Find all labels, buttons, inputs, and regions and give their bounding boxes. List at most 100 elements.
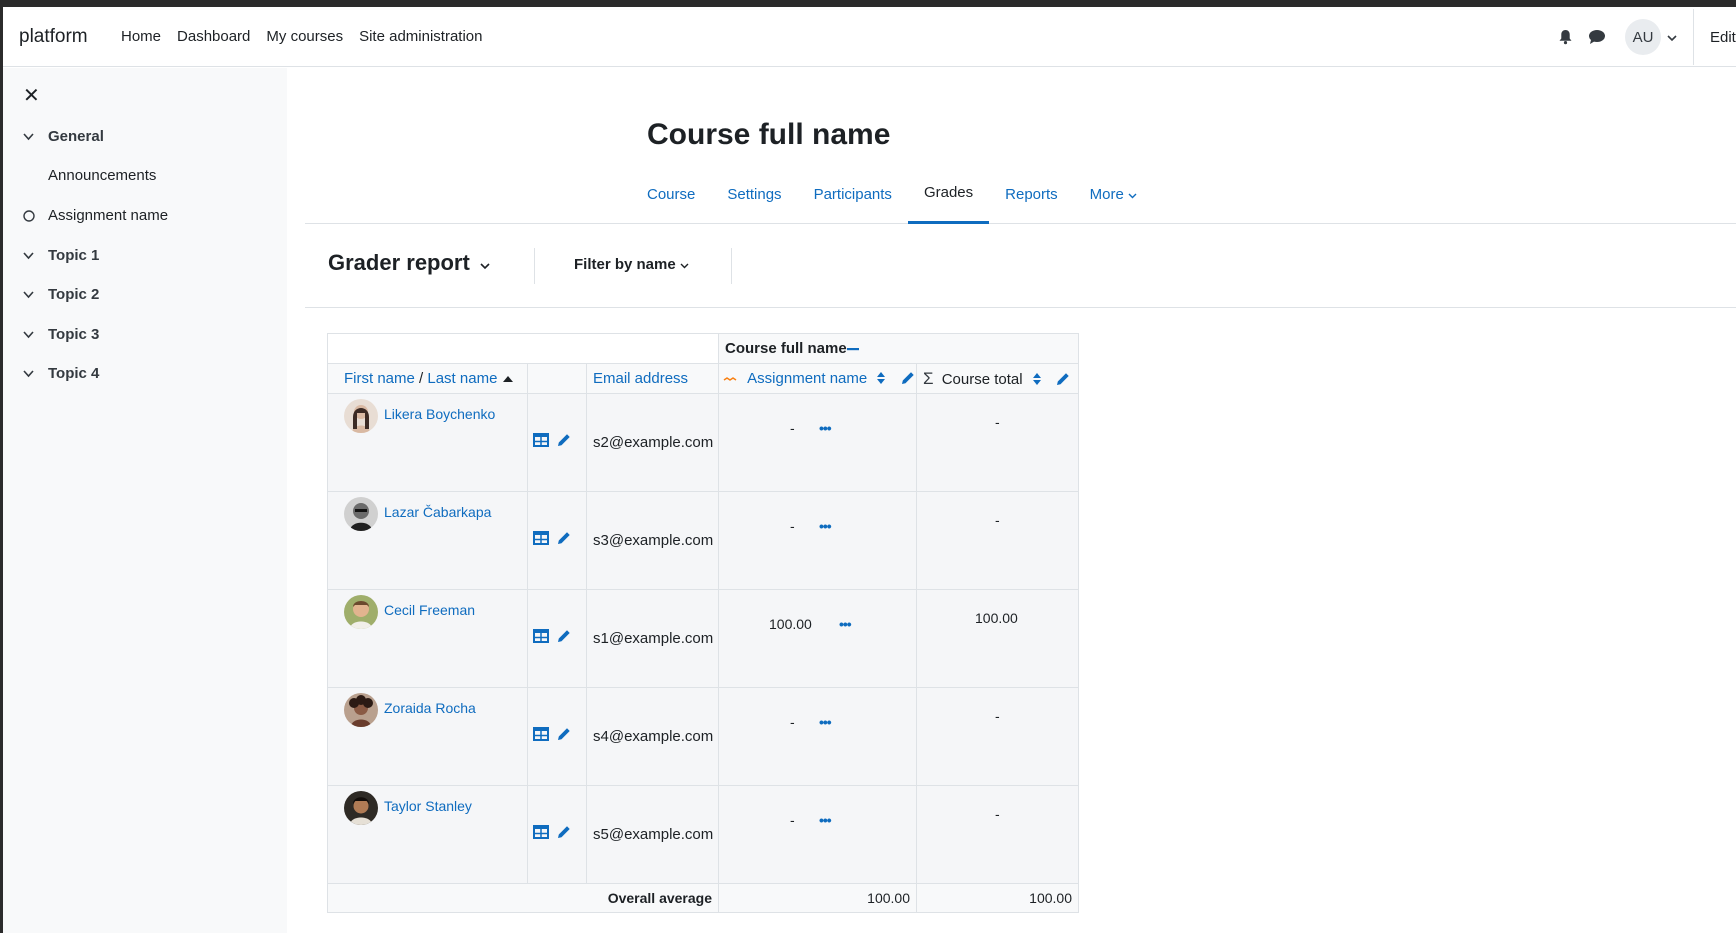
email-cell: s1@example.com xyxy=(586,589,719,688)
single-view-icon[interactable] xyxy=(533,433,549,451)
more-options-icon[interactable]: ••• xyxy=(819,420,832,436)
single-view-icon[interactable] xyxy=(533,629,549,647)
top-navbar: platform Home Dashboard My courses Site … xyxy=(0,7,1736,67)
email-cell: s5@example.com xyxy=(586,785,719,884)
nav-home[interactable]: Home xyxy=(121,28,161,45)
assignment-column-link[interactable]: Assignment name xyxy=(747,370,867,387)
drawer-section-topic-4[interactable]: Topic 4 xyxy=(23,365,99,382)
user-avatar-button[interactable]: AU xyxy=(1625,19,1661,55)
grade-cell[interactable]: - ••• xyxy=(718,491,917,590)
grade-cell[interactable]: - ••• xyxy=(718,785,917,884)
single-view-icon[interactable] xyxy=(533,825,549,843)
row-actions-cell xyxy=(527,491,587,590)
row-actions-cell xyxy=(527,785,587,884)
category-header: Course full name xyxy=(718,333,1079,364)
table-row: Cecil Freeman s1@example.com 100.00 ••• … xyxy=(327,589,1079,688)
avatar[interactable] xyxy=(344,693,378,727)
overall-average-assignment: 100.00 xyxy=(718,883,917,913)
sort-toggle-icon[interactable] xyxy=(1027,371,1043,388)
edit-pencil-icon[interactable] xyxy=(556,824,572,844)
chevron-down-icon[interactable] xyxy=(23,290,48,299)
secondary-navigation: Course Settings Participants Grades Repo… xyxy=(305,164,1736,224)
chevron-down-icon[interactable] xyxy=(23,132,48,141)
tab-participants[interactable]: Participants xyxy=(798,164,908,224)
tab-course[interactable]: Course xyxy=(631,164,711,224)
edit-mode-label[interactable]: Edit xyxy=(1710,29,1736,46)
table-row: Likera Boychenko s2@example.com - ••• - xyxy=(327,393,1079,492)
student-name-link[interactable]: Cecil Freeman xyxy=(384,602,475,618)
email-cell: s3@example.com xyxy=(586,491,719,590)
chevron-down-icon[interactable] xyxy=(23,369,48,378)
tab-settings[interactable]: Settings xyxy=(711,164,797,224)
drawer-activity-assignment[interactable]: Assignment name xyxy=(23,207,168,224)
grader-report-selector[interactable]: Grader report xyxy=(328,250,490,276)
student-name-cell: Zoraida Rocha xyxy=(327,687,528,786)
row-actions-cell xyxy=(527,589,587,688)
header-blank-cell xyxy=(327,333,719,364)
avatar[interactable] xyxy=(344,595,378,629)
more-options-icon[interactable]: ••• xyxy=(839,616,852,632)
sort-email-link[interactable]: Email address xyxy=(593,370,688,387)
nav-site-administration[interactable]: Site administration xyxy=(359,28,482,45)
edit-pencil-icon[interactable] xyxy=(556,530,572,550)
more-options-icon[interactable]: ••• xyxy=(819,518,832,534)
tertiary-navigation: Grader report Filter by name xyxy=(305,224,1736,308)
course-total-cell: - xyxy=(916,785,1079,884)
tab-grades[interactable]: Grades xyxy=(907,164,990,224)
single-view-icon[interactable] xyxy=(533,531,549,549)
single-view-icon[interactable] xyxy=(533,727,549,745)
chevron-down-icon[interactable] xyxy=(23,251,48,260)
drawer-section-general[interactable]: General xyxy=(23,128,104,145)
student-name-cell: Lazar Čabarkapa xyxy=(327,491,528,590)
drawer-section-topic-3[interactable]: Topic 3 xyxy=(23,326,99,343)
avatar[interactable] xyxy=(344,791,378,825)
student-name-cell: Cecil Freeman xyxy=(327,589,528,688)
student-name-link[interactable]: Zoraida Rocha xyxy=(384,700,476,716)
site-brand[interactable]: platform xyxy=(19,26,88,48)
drawer-activity-announcements[interactable]: Announcements xyxy=(23,167,156,184)
overall-average-row: Overall average 100.00 100.00 xyxy=(327,883,1079,913)
nav-my-courses[interactable]: My courses xyxy=(266,28,343,45)
avatar[interactable] xyxy=(344,497,378,531)
main-content: Course full name Course Settings Partici… xyxy=(287,68,1736,933)
actions-column-header xyxy=(527,363,587,394)
student-name-link[interactable]: Taylor Stanley xyxy=(384,798,472,814)
completion-circle-icon xyxy=(23,209,48,222)
tertiary-divider xyxy=(534,248,535,284)
drawer-section-topic-2[interactable]: Topic 2 xyxy=(23,286,99,303)
email-cell: s2@example.com xyxy=(586,393,719,492)
edit-pencil-icon[interactable] xyxy=(556,432,572,452)
student-name-link[interactable]: Lazar Čabarkapa xyxy=(384,504,491,520)
edit-pencil-icon[interactable] xyxy=(1047,371,1071,388)
navbar-divider xyxy=(1693,9,1694,65)
drawer-section-topic-1[interactable]: Topic 1 xyxy=(23,247,99,264)
table-row: Taylor Stanley s5@example.com - ••• - xyxy=(327,785,1079,884)
close-icon[interactable]: ✕ xyxy=(23,86,40,106)
chevron-down-icon[interactable] xyxy=(1667,29,1677,46)
chevron-down-icon xyxy=(1128,186,1137,203)
edit-pencil-icon[interactable] xyxy=(556,726,572,746)
email-column-header: Email address xyxy=(586,363,719,394)
bell-icon[interactable] xyxy=(1549,29,1581,45)
sort-toggle-icon[interactable] xyxy=(871,370,887,387)
collapse-category-icon[interactable] xyxy=(846,340,859,357)
grade-cell[interactable]: - ••• xyxy=(718,393,917,492)
edit-pencil-icon[interactable] xyxy=(892,370,916,387)
sort-lastname-link[interactable]: Last name xyxy=(427,370,497,387)
more-options-icon[interactable]: ••• xyxy=(819,714,832,730)
tab-more[interactable]: More xyxy=(1074,164,1153,224)
overall-average-total: 100.00 xyxy=(916,883,1079,913)
primary-navigation: Home Dashboard My courses Site administr… xyxy=(121,28,483,45)
grade-cell[interactable]: - ••• xyxy=(718,687,917,786)
chevron-down-icon[interactable] xyxy=(23,330,48,339)
more-options-icon[interactable]: ••• xyxy=(819,812,832,828)
filter-by-name-dropdown[interactable]: Filter by name xyxy=(574,256,689,273)
nav-dashboard[interactable]: Dashboard xyxy=(177,28,250,45)
student-name-link[interactable]: Likera Boychenko xyxy=(384,406,495,422)
chat-icon[interactable] xyxy=(1581,29,1613,45)
avatar[interactable] xyxy=(344,399,378,433)
sort-firstname-link[interactable]: First name xyxy=(344,370,415,387)
grade-cell[interactable]: 100.00 ••• xyxy=(718,589,917,688)
edit-pencil-icon[interactable] xyxy=(556,628,572,648)
tab-reports[interactable]: Reports xyxy=(989,164,1074,224)
